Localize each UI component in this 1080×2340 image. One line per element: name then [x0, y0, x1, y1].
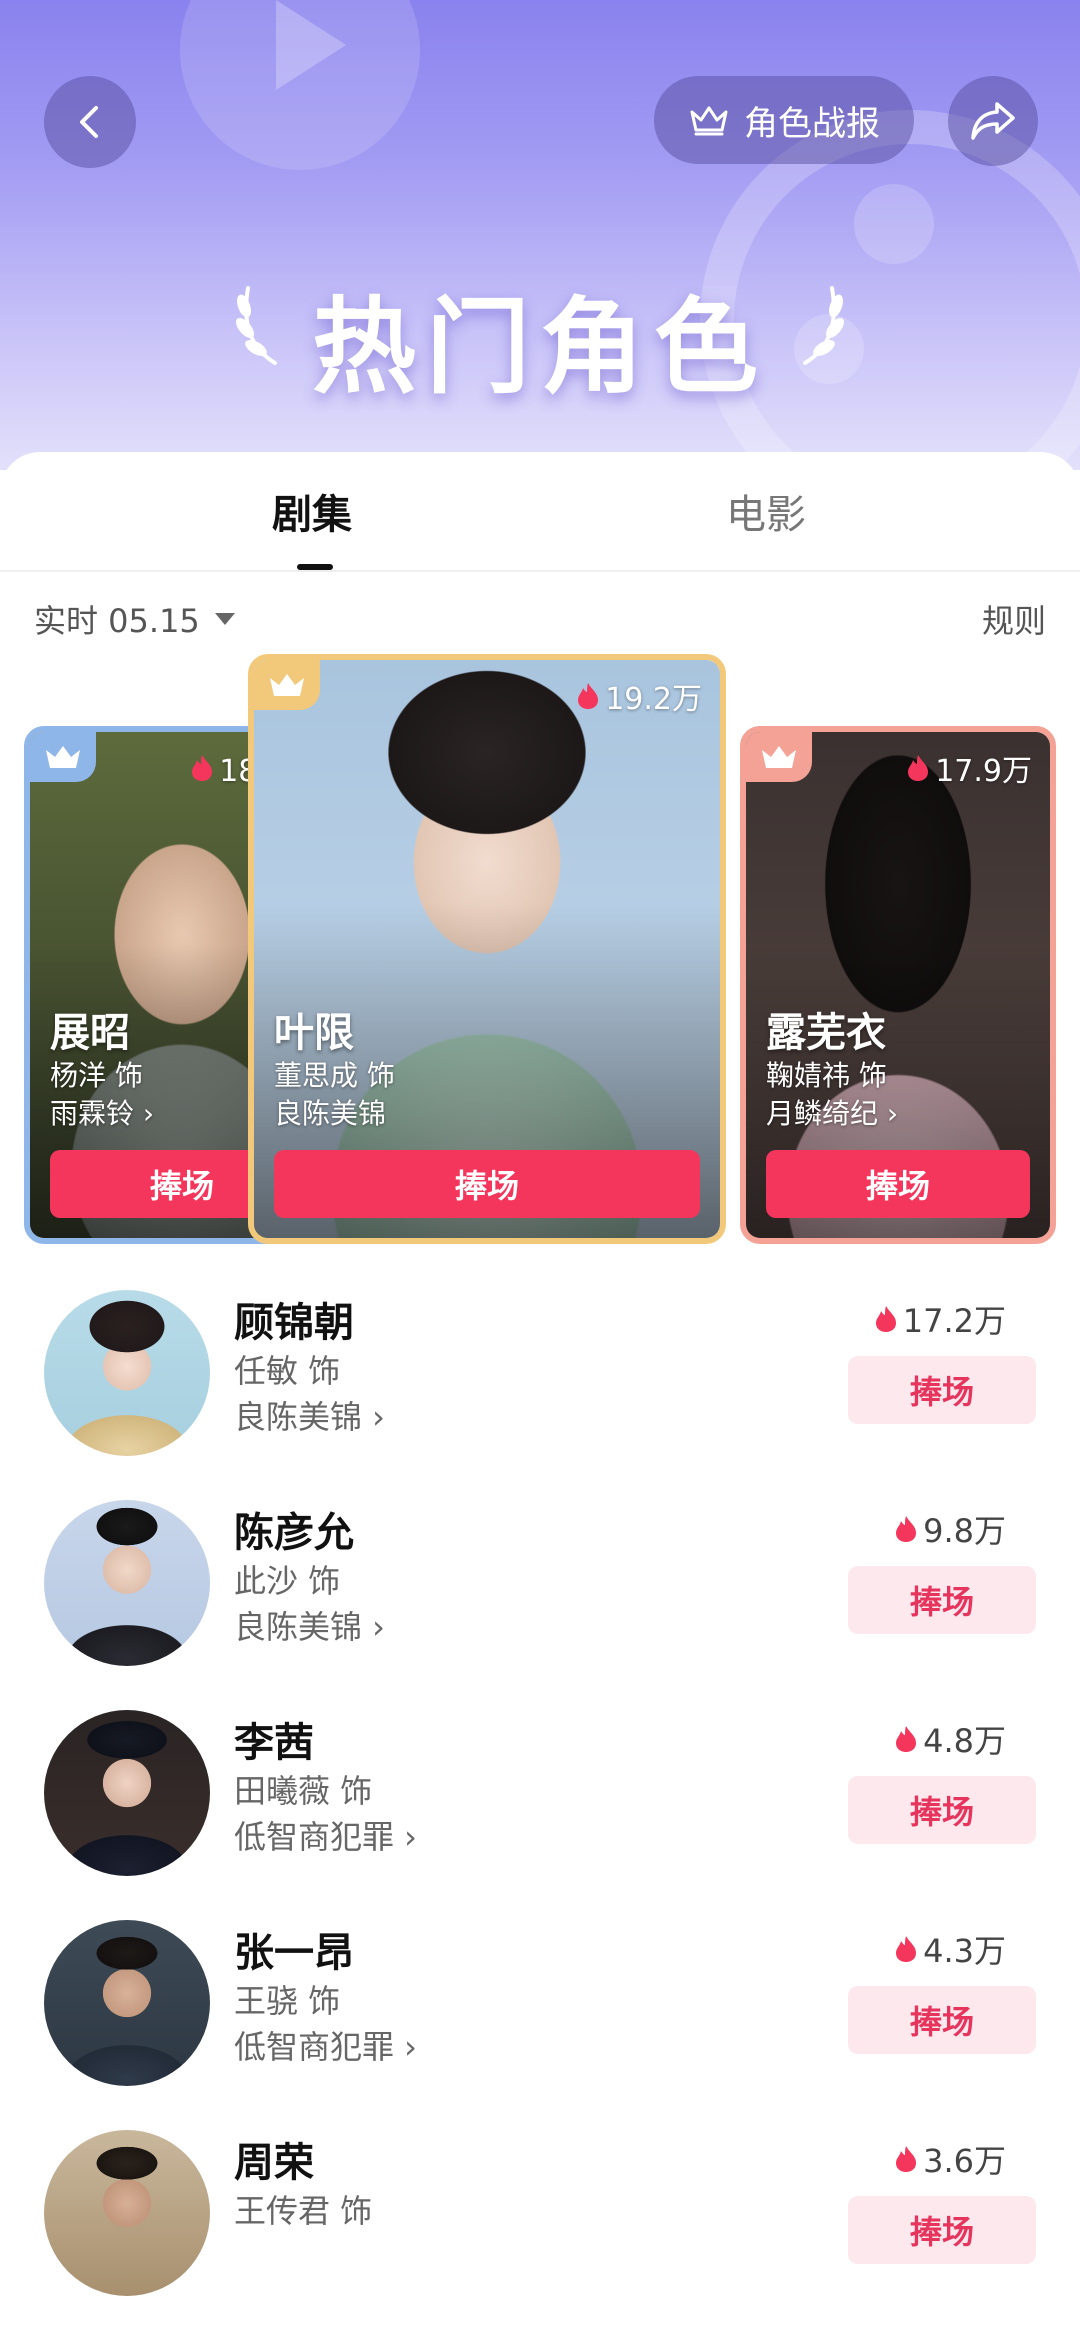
- actor-name: 王传君 饰: [234, 2192, 373, 2230]
- heat-count: 9.8万: [895, 1506, 1006, 1552]
- rules-link[interactable]: 规则: [982, 596, 1046, 642]
- heat-count: 19.2万: [577, 674, 702, 718]
- rank-crown-badge: [746, 732, 812, 782]
- show-link[interactable]: 良陈美锦 ›: [234, 1602, 385, 1648]
- heat-count: 4.3万: [895, 1926, 1006, 1972]
- crown-icon: [762, 746, 796, 768]
- back-button[interactable]: [44, 76, 136, 168]
- show-link[interactable]: 月鳞绮纪 ›: [766, 1092, 898, 1132]
- header-banner: 角色战报 热门角色: [0, 0, 1080, 470]
- list-item[interactable]: 顾锦朝 任敏 饰 良陈美锦 › 17.2万 捧场: [0, 1290, 1080, 1500]
- show-link[interactable]: 低智商犯罪 ›: [234, 1812, 417, 1858]
- filter-row: 实时 05.15 规则: [0, 590, 1080, 650]
- flame-icon: [875, 1306, 896, 1332]
- flame-icon: [192, 755, 213, 781]
- avatar: [44, 2130, 210, 2296]
- heat-count: 3.6万: [895, 2136, 1006, 2182]
- rank-crown-badge: [30, 732, 96, 782]
- character-name: 顾锦朝: [234, 1300, 354, 1346]
- crown-icon: [46, 746, 80, 768]
- character-name: 李茜: [234, 1720, 314, 1766]
- category-tabs: 剧集 电影: [0, 452, 1080, 572]
- tab-active-indicator: [297, 564, 333, 570]
- crown-icon: [270, 674, 304, 696]
- character-name: 张一昂: [234, 1930, 354, 1976]
- share-button[interactable]: [948, 76, 1038, 166]
- list-item[interactable]: 李茜 田曦薇 饰 低智商犯罪 › 4.8万 捧场: [0, 1710, 1080, 1920]
- support-button[interactable]: 捧场: [848, 1776, 1036, 1844]
- avatar: [44, 1290, 210, 1456]
- realtime-date-label: 实时 05.15: [34, 602, 200, 640]
- flame-icon: [896, 1516, 917, 1542]
- flame-icon: [908, 755, 929, 781]
- list-item[interactable]: 周荣 王传君 饰 3.6万 捧场: [0, 2130, 1080, 2340]
- chevron-left-icon: [80, 106, 98, 138]
- actor-name: 田曦薇 饰: [234, 1772, 373, 1810]
- tab-movie[interactable]: 电影: [726, 482, 806, 540]
- share-icon: [971, 102, 1015, 140]
- page-title: 热门角色: [311, 286, 768, 408]
- flame-icon: [578, 683, 599, 709]
- rank-crown-badge: [254, 660, 320, 710]
- avatar: [44, 1920, 210, 2086]
- support-button[interactable]: 捧场: [848, 2196, 1036, 2264]
- flame-icon: [896, 2146, 917, 2172]
- support-button[interactable]: 捧场: [848, 1986, 1036, 2054]
- flame-icon: [896, 1726, 917, 1752]
- heat-count: 17.9万: [907, 746, 1032, 790]
- character-name: 陈彦允: [234, 1510, 354, 1556]
- character-name: 叶限: [274, 1010, 354, 1056]
- role-report-label: 角色战报: [744, 103, 880, 144]
- heat-count: 4.8万: [895, 1716, 1006, 1762]
- crown-icon: [690, 106, 728, 136]
- play-decoration-icon: [180, 0, 420, 170]
- character-name: 周荣: [234, 2140, 314, 2186]
- show-link[interactable]: 良陈美锦 ›: [234, 1392, 385, 1438]
- caret-down-icon: [214, 613, 235, 625]
- actor-name: 此沙 饰: [234, 1562, 341, 1600]
- show-link[interactable]: 低智商犯罪 ›: [234, 2022, 417, 2068]
- support-button[interactable]: 捧场: [274, 1150, 700, 1218]
- support-button[interactable]: 捧场: [848, 1566, 1036, 1634]
- top-card-rank-3[interactable]: 17.9万 露芜衣 鞠婧祎 饰 月鳞绮纪 › 捧场: [740, 726, 1056, 1244]
- realtime-date-dropdown[interactable]: 实时 05.15: [34, 596, 236, 642]
- heat-count: 17.2万: [875, 1296, 1006, 1342]
- flame-icon: [896, 1936, 917, 1962]
- show-link[interactable]: 良陈美锦: [274, 1092, 386, 1132]
- character-name: 展昭: [50, 1010, 130, 1056]
- avatar: [44, 1710, 210, 1876]
- actor-name: 任敏 饰: [234, 1352, 341, 1390]
- actor-name: 董思成 饰: [274, 1059, 395, 1092]
- character-name: 露芜衣: [766, 1010, 886, 1056]
- list-item[interactable]: 陈彦允 此沙 饰 良陈美锦 › 9.8万 捧场: [0, 1500, 1080, 1710]
- actor-name: 杨洋 饰: [50, 1059, 143, 1092]
- laurel-right-icon: [803, 286, 844, 365]
- actor-name: 王骁 饰: [234, 1982, 341, 2020]
- support-button[interactable]: 捧场: [766, 1150, 1030, 1218]
- list-item[interactable]: 张一昂 王骁 饰 低智商犯罪 › 4.3万 捧场: [0, 1920, 1080, 2130]
- top-card-rank-1[interactable]: 19.2万 叶限 董思成 饰 良陈美锦 捧场: [248, 654, 726, 1244]
- avatar: [44, 1500, 210, 1666]
- support-button[interactable]: 捧场: [848, 1356, 1036, 1424]
- show-link[interactable]: 雨霖铃 ›: [50, 1092, 154, 1132]
- role-report-button[interactable]: 角色战报: [654, 76, 914, 164]
- tab-series[interactable]: 剧集: [272, 482, 352, 540]
- actor-name: 鞠婧祎 饰: [766, 1059, 887, 1092]
